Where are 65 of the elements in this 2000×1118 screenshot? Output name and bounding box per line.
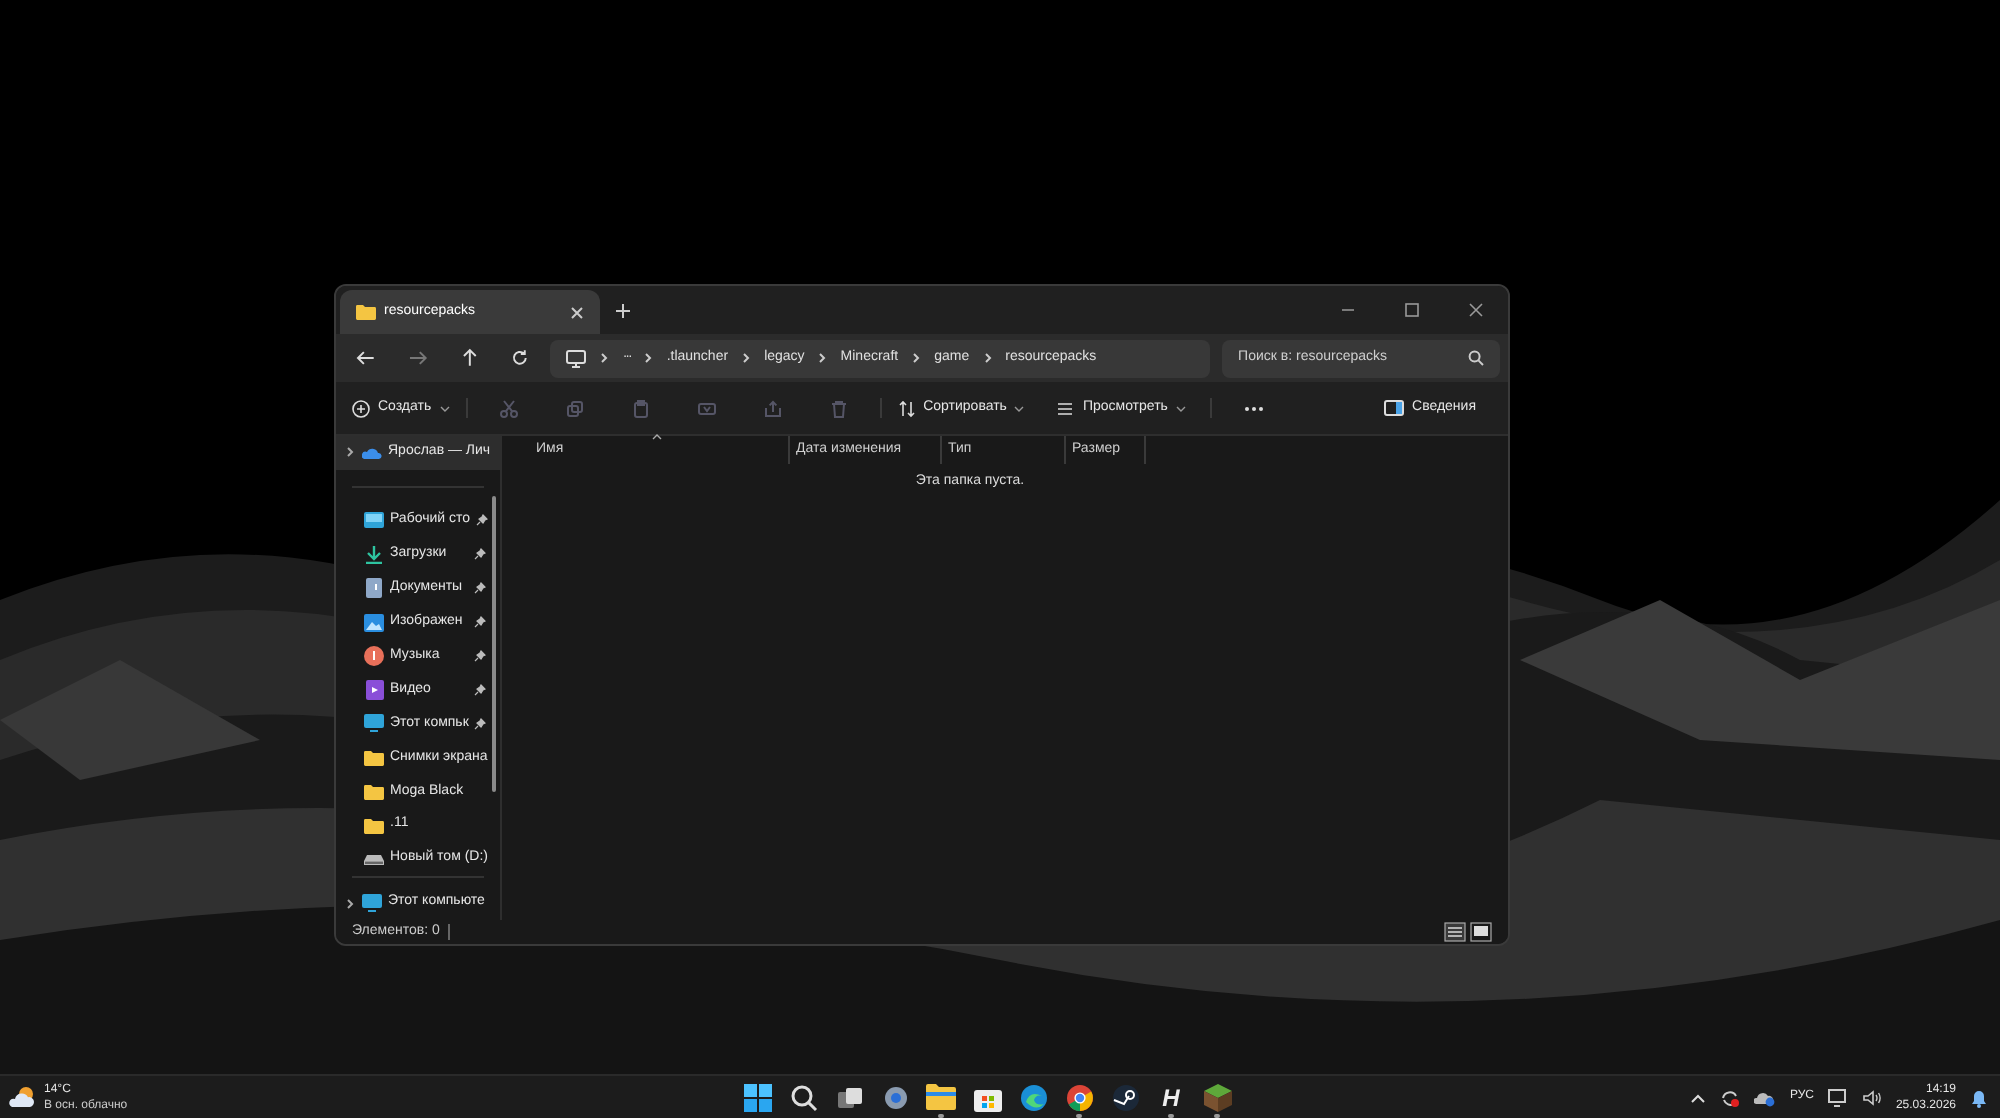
download-icon (364, 545, 384, 564)
settings-icon[interactable] (881, 1083, 909, 1111)
wave-circle-icon[interactable] (1019, 1083, 1047, 1111)
up-button[interactable] (459, 348, 479, 368)
more-icon[interactable] (1243, 405, 1264, 411)
speaker-icon[interactable] (1861, 1087, 1882, 1107)
refresh-button[interactable] (510, 348, 531, 368)
scrollbar[interactable] (492, 496, 496, 792)
chevron-icon (644, 352, 653, 364)
tiles-view-button[interactable] (1470, 922, 1492, 942)
grass-block-icon[interactable] (1203, 1083, 1231, 1111)
forward-button[interactable] (407, 348, 428, 368)
monitor-icon[interactable] (1827, 1087, 1848, 1107)
chevron-up-icon[interactable] (1689, 1091, 1706, 1103)
taskbar-app-button[interactable]: H (1154, 1077, 1188, 1117)
chevron-icon (912, 352, 921, 364)
color-wheel-icon[interactable] (1065, 1083, 1093, 1111)
chevron-icon[interactable] (346, 446, 356, 459)
caret-icon (1175, 405, 1186, 411)
folder-icon (364, 817, 384, 834)
caret-icon (439, 405, 450, 411)
search-icon (1467, 350, 1484, 366)
details-view-button[interactable] (1444, 922, 1466, 942)
drive-icon (364, 853, 384, 866)
document-icon (364, 578, 384, 599)
details-pane-icon (1384, 400, 1405, 416)
running-indicator (1214, 1113, 1220, 1117)
letter-app-icon[interactable]: H (1162, 1085, 1180, 1109)
close-tab-icon[interactable] (570, 305, 584, 319)
list-icon (1056, 399, 1075, 417)
running-indicator (938, 1113, 944, 1117)
maximize-button[interactable] (1404, 302, 1420, 318)
sort-caret-icon (652, 434, 662, 440)
caret-icon (1014, 405, 1025, 411)
sync-icon[interactable] (1719, 1087, 1740, 1107)
search-icon[interactable] (789, 1083, 817, 1111)
video-icon (364, 679, 384, 700)
folder-icon (364, 749, 384, 766)
folder-icon[interactable] (926, 1084, 956, 1110)
computer-icon (566, 349, 587, 367)
new-tab-button[interactable] (616, 303, 630, 317)
task-view-icon[interactable] (835, 1083, 863, 1111)
desktop-icon (364, 512, 384, 529)
chevron-icon (818, 352, 827, 364)
steam-icon[interactable] (1111, 1083, 1139, 1111)
back-button[interactable] (356, 348, 376, 368)
cloud-icon[interactable] (1753, 1087, 1776, 1107)
folder-icon (364, 783, 384, 800)
cloud-icon (362, 445, 382, 460)
folder-icon (356, 304, 376, 320)
chevron-icon (600, 352, 609, 364)
plus-circle-icon (352, 399, 370, 417)
running-indicator (1076, 1113, 1082, 1117)
cloud-sun-icon (8, 1086, 38, 1108)
running-indicator (1168, 1113, 1174, 1117)
monitor-icon (364, 714, 384, 733)
close-button[interactable] (1468, 302, 1484, 318)
sort-icon (897, 399, 916, 417)
chevron-icon (742, 352, 751, 364)
windows-logo-icon[interactable] (743, 1083, 771, 1111)
bell-icon[interactable] (1970, 1087, 1988, 1107)
chevron-icon[interactable] (346, 897, 356, 910)
picture-icon (364, 613, 384, 632)
monitor-icon (362, 894, 382, 913)
chevron-icon (983, 352, 992, 364)
